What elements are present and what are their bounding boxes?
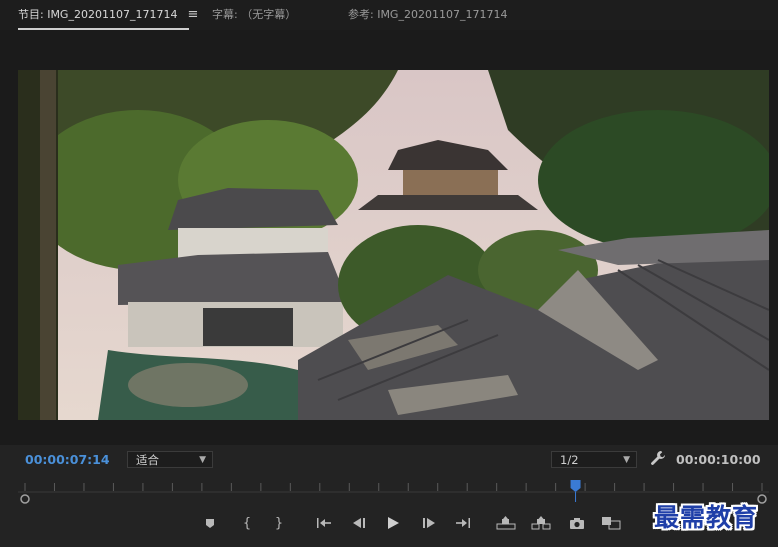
wrench-icon[interactable] — [650, 450, 666, 468]
zoom-level-select[interactable]: 适合 ▼ — [127, 451, 213, 468]
video-frame[interactable] — [18, 70, 769, 420]
go-to-in-icon[interactable] — [313, 512, 335, 534]
chevron-down-icon: ▼ — [199, 455, 206, 465]
ruler-ticks — [24, 483, 763, 491]
tab-captions-label: 字幕: （无字幕） — [212, 8, 297, 21]
tab-program[interactable]: 节目: IMG_20201107_171714 ≡ — [18, 0, 198, 30]
go-to-out-icon[interactable] — [452, 512, 474, 534]
tab-captions[interactable]: 字幕: （无字幕） — [212, 0, 296, 28]
zoom-level-value: 适合 — [136, 453, 159, 467]
extract-icon[interactable] — [530, 512, 552, 534]
step-forward-icon[interactable] — [418, 512, 440, 534]
out-point-handle[interactable] — [757, 494, 767, 504]
step-back-icon[interactable] — [348, 512, 370, 534]
comparison-view-icon[interactable] — [600, 512, 622, 534]
video-frame-image — [18, 70, 769, 420]
lift-icon[interactable] — [495, 512, 517, 534]
chevron-down-icon: ▼ — [623, 455, 630, 465]
mark-in-icon[interactable]: { — [236, 512, 258, 534]
playback-resolution-select[interactable]: 1/2 ▼ — [551, 451, 637, 468]
tab-program-label: 节目: IMG_20201107_171714 — [18, 8, 178, 21]
duration-timecode: 00:00:10:00 — [676, 452, 761, 467]
playback-resolution-value: 1/2 — [560, 453, 579, 467]
tab-reference[interactable]: 参考: IMG_20201107_171714 — [348, 0, 507, 28]
brand-watermark: 最需教育 — [654, 503, 759, 532]
playhead-marker[interactable] — [570, 480, 581, 502]
play-icon[interactable] — [382, 512, 404, 534]
tab-bar: 节目: IMG_20201107_171714 ≡ 字幕: （无字幕） 参考: I… — [0, 0, 778, 30]
mark-out-icon[interactable]: } — [268, 512, 290, 534]
current-timecode[interactable]: 00:00:07:14 — [25, 452, 110, 467]
tab-reference-label: 参考: IMG_20201107_171714 — [348, 8, 508, 21]
marker-icon[interactable] — [199, 512, 221, 534]
in-point-handle[interactable] — [20, 494, 30, 504]
panel-menu-icon[interactable]: ≡ — [187, 7, 198, 22]
camera-icon[interactable] — [566, 512, 588, 534]
